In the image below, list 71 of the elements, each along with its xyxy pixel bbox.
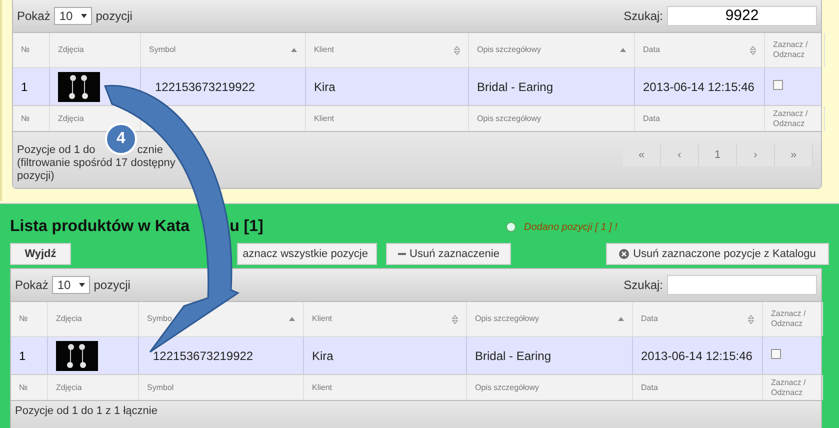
- toolbar-button[interactable]: Usuń zaznaczone pozycje z Katalogu: [606, 243, 829, 265]
- column-header[interactable]: Zdjęcia: [56, 314, 82, 324]
- column-footer: №: [21, 114, 30, 124]
- sort-icon: [750, 46, 756, 54]
- table-cell: Bridal - Earing: [467, 337, 633, 374]
- page-size-dropdown[interactable]: 10: [52, 276, 90, 294]
- column-header[interactable]: Klient: [314, 45, 334, 55]
- column-header[interactable]: Zdjęcia: [58, 45, 84, 55]
- show-label: Pokaż: [15, 277, 48, 294]
- table-cell: 2013-06-14 12:15:46: [633, 337, 763, 374]
- search-label: Szukaj:: [624, 277, 663, 294]
- dropdown-caret-icon: [80, 14, 87, 18]
- toolbar-button[interactable]: Usuń zaznaczenie: [386, 243, 511, 265]
- entries-label: pozycji: [96, 8, 132, 25]
- table-cell: 1: [13, 68, 50, 105]
- column-footer: Data: [643, 114, 660, 124]
- column-footer: Opis szczegółowy: [475, 382, 540, 392]
- table-cell: 1: [11, 337, 48, 374]
- checkbox[interactable]: [771, 349, 781, 359]
- remove-icon: [619, 249, 630, 259]
- sort-ascending-icon: [620, 48, 626, 52]
- column-footer: Symbol: [147, 382, 174, 392]
- column-header[interactable]: №: [21, 45, 30, 55]
- column-header[interactable]: Opis szczegółowy: [477, 45, 542, 55]
- sort-icon: [454, 46, 460, 54]
- dropdown-caret-icon: [78, 283, 85, 287]
- table-info: cznie: [137, 144, 163, 157]
- column-header[interactable]: Symbo: [147, 314, 172, 324]
- table-info: Pozycje od 1 do: [17, 144, 96, 157]
- table-info: (filtrowanie spośród 17 dostępny: [17, 157, 176, 170]
- table-cell: Kira: [304, 337, 467, 374]
- checkbox[interactable]: [773, 80, 783, 90]
- sort-ascending-icon: [618, 317, 624, 321]
- search-label: Szukaj:: [624, 8, 663, 25]
- table-cell: Bridal - Earing: [469, 68, 635, 105]
- minus-icon: [398, 253, 406, 255]
- success-message: Dodano pozycji [ 1 ] !: [524, 220, 618, 234]
- column-header[interactable]: №: [19, 314, 28, 324]
- table-info: Pozycje od 1 do 1 z 1 łącznie: [15, 405, 158, 418]
- sort-ascending-icon: [289, 317, 295, 321]
- toolbar-button[interactable]: Wyjdź: [10, 243, 71, 265]
- table-cell: 2013-06-14 12:15:46: [635, 68, 765, 105]
- check-icon: [506, 222, 516, 232]
- column-footer: Opis szczegółowy: [477, 114, 542, 124]
- column-header[interactable]: Klient: [312, 314, 332, 324]
- toolbar-button[interactable]: aznacz wszystkie pozycje: [237, 243, 377, 265]
- column-footer: Zaznacz / Odznacz: [771, 378, 814, 398]
- column-footer: Klient: [312, 382, 332, 392]
- column-footer: №: [19, 382, 28, 392]
- column-header[interactable]: Data: [641, 314, 658, 324]
- search-field[interactable]: [667, 275, 817, 295]
- column-header[interactable]: Opis szczegółowy: [475, 314, 540, 324]
- table-info: pozycji): [17, 170, 54, 183]
- column-footer: Klient: [314, 114, 334, 124]
- search-field[interactable]: 9922: [667, 6, 817, 26]
- catalog-title: Lista produktów w Kata u [1]: [10, 217, 264, 237]
- table-cell: Kira: [306, 68, 469, 105]
- page-size-dropdown[interactable]: 10: [54, 7, 92, 25]
- sort-icon: [748, 314, 754, 324]
- show-label: Pokaż: [17, 8, 50, 25]
- sort-icon: [452, 314, 458, 324]
- column-header[interactable]: Zaznacz / Odznacz: [771, 309, 814, 329]
- column-footer: Zdjęcia: [58, 114, 84, 124]
- column-footer: Zaznacz / Odznacz: [773, 108, 816, 128]
- column-header[interactable]: Data: [643, 45, 660, 55]
- entries-label: pozycji: [94, 277, 130, 294]
- column-header[interactable]: Symbol: [149, 45, 176, 55]
- sort-ascending-icon: [291, 48, 297, 52]
- column-footer: Data: [641, 382, 658, 392]
- column-header[interactable]: Zaznacz / Odznacz: [773, 40, 816, 60]
- column-footer: Zdjęcia: [56, 382, 82, 392]
